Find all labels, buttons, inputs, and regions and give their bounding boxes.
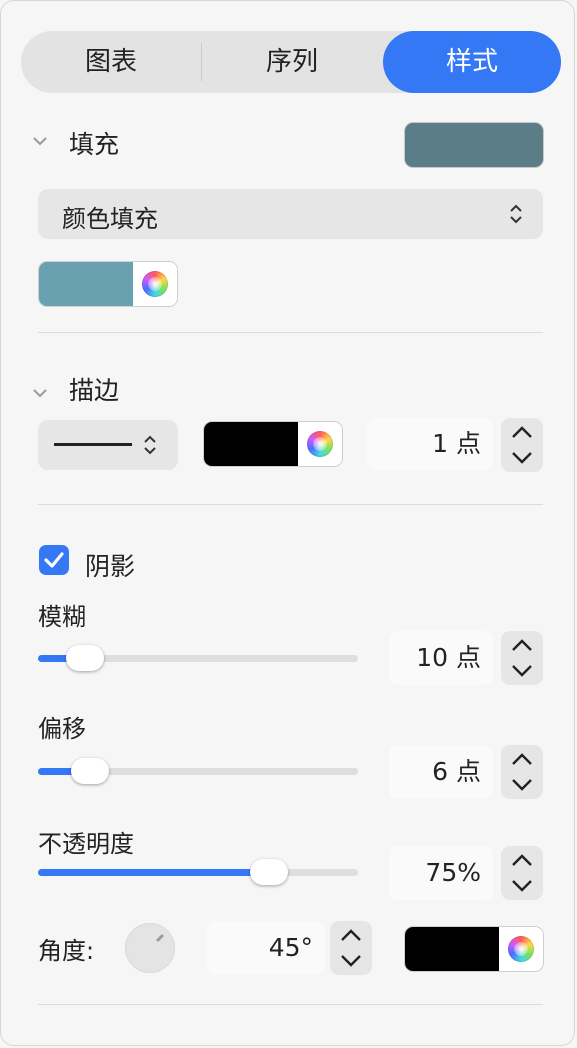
updown-chevron-icon: [508, 202, 524, 230]
blur-label: 模糊: [38, 603, 86, 631]
angle-value: 45°: [268, 933, 313, 962]
fill-type-select[interactable]: 颜色填充: [38, 189, 543, 239]
shadow-section-title: 阴影: [85, 552, 136, 581]
opacity-slider[interactable]: [38, 859, 358, 885]
fill-type-select-label: 颜色填充: [62, 205, 158, 233]
tab-series[interactable]: 序列: [202, 31, 382, 93]
angle-dial[interactable]: [125, 923, 175, 973]
tab-bar: 图表 序列 样式: [21, 31, 561, 93]
angle-stepper[interactable]: [330, 921, 372, 975]
fill-swatch-button[interactable]: [404, 122, 544, 168]
section-divider: [38, 504, 543, 505]
fill-color-well[interactable]: [38, 261, 178, 307]
angle-value-field[interactable]: 45°: [207, 921, 325, 975]
format-inspector-panel: 图表 序列 样式 填充 颜色填充 描边 1 点 阴影 模糊 10 点 偏移 6 …: [0, 0, 575, 1046]
offset-stepper[interactable]: [501, 745, 543, 799]
color-wheel-icon: [508, 936, 534, 962]
fill-color-wheel-button[interactable]: [133, 262, 177, 306]
section-divider: [38, 332, 543, 333]
opacity-stepper[interactable]: [501, 846, 543, 900]
blur-stepper[interactable]: [501, 631, 543, 685]
offset-value-field[interactable]: 6 点: [389, 745, 493, 799]
fill-collapse-chevron-icon[interactable]: [31, 131, 49, 152]
opacity-value-field[interactable]: 75%: [389, 846, 493, 900]
shadow-color-wheel-button[interactable]: [499, 927, 543, 971]
section-divider: [38, 1004, 543, 1005]
shadow-checkbox[interactable]: [39, 545, 69, 575]
opacity-label: 不透明度: [38, 830, 134, 858]
angle-indicator-icon: [156, 934, 164, 942]
blur-slider[interactable]: [38, 645, 358, 671]
stroke-section-title: 描边: [69, 376, 120, 405]
shadow-color-swatch: [405, 927, 499, 971]
opacity-slider-fill: [38, 869, 268, 876]
fill-color-swatch: [39, 262, 133, 306]
tab-style[interactable]: 样式: [383, 31, 561, 93]
color-wheel-icon: [307, 431, 333, 457]
solid-line-icon: [54, 443, 132, 446]
stroke-width-value: 1 点: [432, 429, 481, 458]
stepper-arrows-icon: [341, 929, 361, 967]
stroke-collapse-chevron-icon[interactable]: [31, 383, 49, 404]
fill-section-title: 填充: [69, 130, 120, 159]
stroke-width-field[interactable]: 1 点: [367, 418, 493, 470]
color-wheel-icon: [142, 271, 168, 297]
blur-value: 10 点: [416, 643, 481, 672]
stepper-arrows-icon: [512, 426, 532, 464]
stepper-arrows-icon: [512, 854, 532, 892]
opacity-value: 75%: [425, 858, 481, 887]
stepper-arrows-icon: [512, 753, 532, 791]
tab-chart[interactable]: 图表: [21, 31, 201, 93]
angle-label: 角度:: [38, 937, 95, 965]
blur-slider-thumb[interactable]: [66, 645, 104, 671]
shadow-color-well[interactable]: [404, 926, 544, 972]
stroke-width-stepper[interactable]: [501, 418, 543, 472]
offset-label: 偏移: [38, 715, 86, 743]
offset-slider-thumb[interactable]: [71, 758, 109, 784]
updown-chevron-icon: [142, 433, 158, 461]
stroke-color-wheel-button[interactable]: [298, 422, 342, 466]
opacity-slider-thumb[interactable]: [250, 859, 288, 885]
tab-chart-label: 图表: [84, 47, 137, 77]
stroke-color-swatch: [204, 422, 298, 466]
tab-style-label: 样式: [445, 47, 498, 77]
stepper-arrows-icon: [512, 639, 532, 677]
stroke-color-well[interactable]: [203, 421, 343, 467]
tab-series-label: 序列: [265, 47, 318, 77]
offset-slider[interactable]: [38, 758, 358, 784]
stroke-line-style-select[interactable]: [38, 420, 178, 470]
blur-value-field[interactable]: 10 点: [389, 631, 493, 685]
checkmark-icon: [44, 552, 64, 568]
offset-value: 6 点: [432, 757, 481, 786]
